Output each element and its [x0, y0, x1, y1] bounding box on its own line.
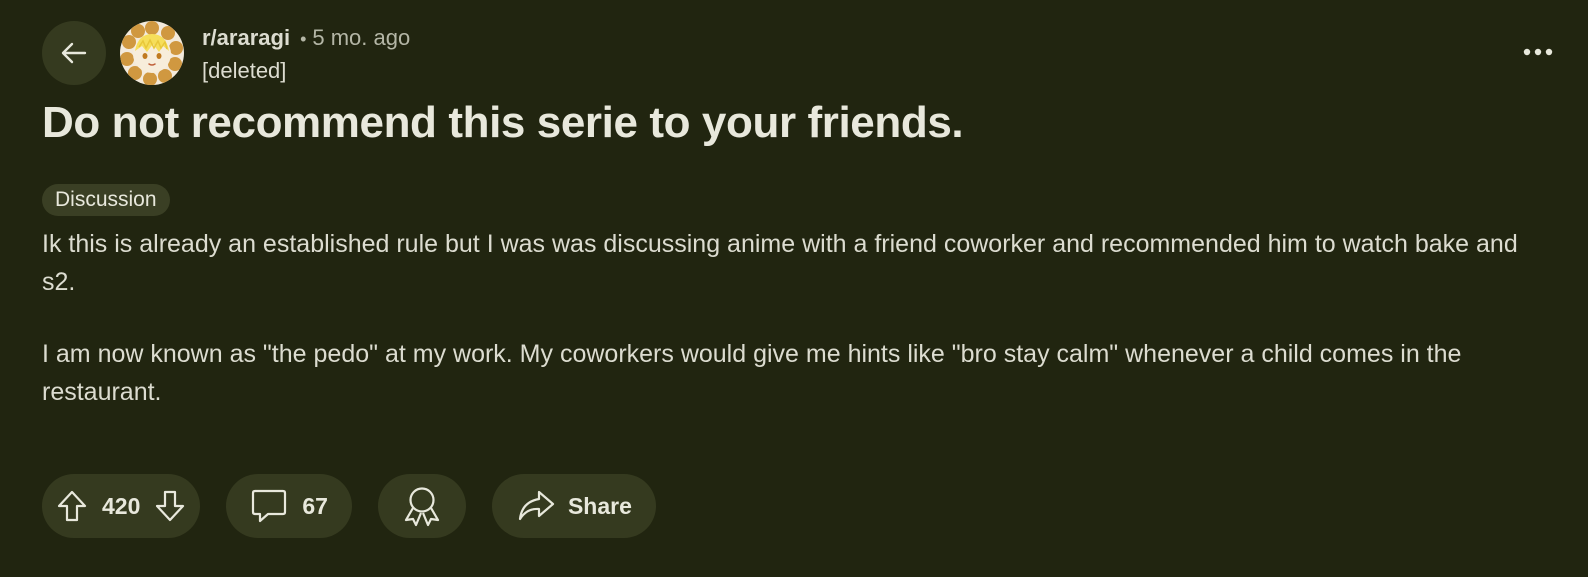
share-label: Share [567, 492, 632, 519]
post-author[interactable]: [deleted] [202, 56, 410, 86]
post-title: Do not recommend this serie to your frie… [42, 98, 964, 147]
meta-line: r/araragi • 5 mo. ago [202, 23, 410, 54]
post-paragraph: I am now known as "the pedo" at my work.… [42, 340, 1462, 406]
post-paragraph: Ik this is already an established rule b… [42, 230, 1518, 296]
award-ribbon-icon [404, 487, 440, 527]
post-flair[interactable]: Discussion [42, 184, 170, 216]
avatar-image [120, 21, 183, 85]
comments-button[interactable]: 67 [226, 474, 352, 538]
arrow-left-icon [61, 42, 87, 64]
post-time: 5 mo. ago [312, 25, 411, 50]
post-actions: 420 67 Share [42, 474, 656, 538]
subreddit-link[interactable]: r/araragi [202, 23, 290, 53]
back-button[interactable] [42, 21, 106, 85]
upvote-button[interactable] [56, 489, 88, 523]
downvote-button[interactable] [154, 489, 186, 523]
post-meta: r/araragi • 5 mo. ago [deleted] [202, 23, 410, 86]
more-options-button[interactable] [1518, 38, 1558, 66]
award-button[interactable] [377, 474, 466, 538]
post-body: Ik this is already an established rule b… [42, 225, 1542, 445]
more-horizontal-icon [1523, 48, 1553, 56]
upvote-arrow-icon [57, 490, 87, 522]
comment-count: 67 [302, 492, 328, 519]
vote-count: 420 [102, 492, 141, 519]
downvote-arrow-icon [156, 490, 185, 522]
vote-pill: 420 [42, 474, 201, 538]
meta-separator: • [300, 29, 307, 49]
subreddit-avatar[interactable] [120, 21, 184, 85]
post-page: r/araragi • 5 mo. ago [deleted] Do not r… [0, 0, 1588, 577]
comment-bubble-icon [252, 489, 287, 523]
share-arrow-icon [518, 490, 555, 521]
share-button[interactable]: Share [491, 474, 656, 538]
